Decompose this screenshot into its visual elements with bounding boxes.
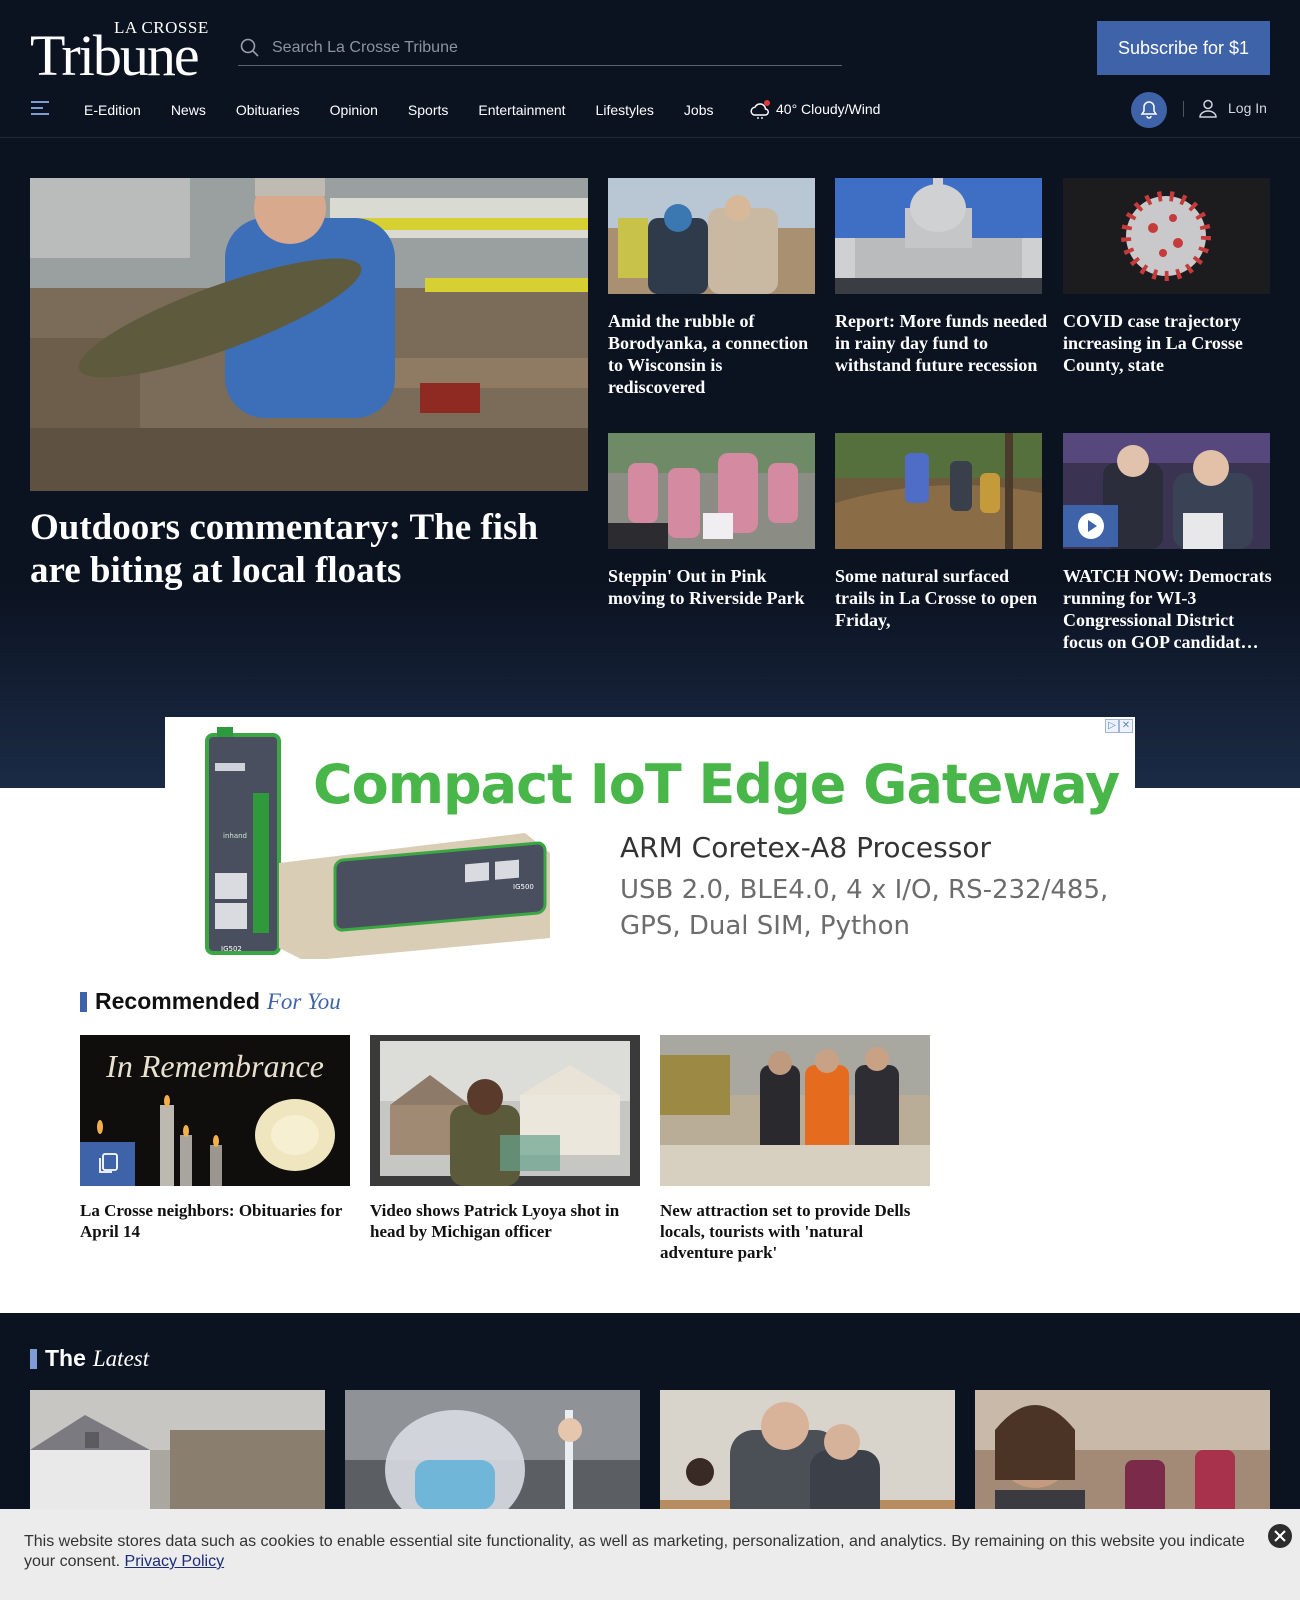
ad-info-icon: ▷ bbox=[1105, 719, 1119, 733]
ad-spec-line: GPS, Dual SIM, Python bbox=[620, 911, 911, 941]
cookie-text: This website stores data such as cookies… bbox=[24, 1532, 1254, 1572]
story-image[interactable] bbox=[835, 178, 1042, 294]
device-label: IG500 bbox=[513, 883, 534, 891]
story-headline[interactable]: COVID case trajectory increasing in La C… bbox=[1063, 310, 1273, 376]
gallery-image[interactable]: In Remembrance bbox=[80, 1035, 350, 1186]
ad-choices-badge[interactable]: ▷ ✕ bbox=[1105, 719, 1133, 733]
main-nav: E-Edition News Obituaries Opinion Sports… bbox=[0, 88, 1300, 132]
top-stories: Outdoors commentary: The fish are biting… bbox=[0, 138, 1300, 788]
nav-divider bbox=[1183, 101, 1184, 117]
nav-item-jobs[interactable]: Jobs bbox=[684, 102, 714, 118]
nav-item-opinion[interactable]: Opinion bbox=[330, 102, 378, 118]
story-headline[interactable]: Some natural surfaced trails in La Cross… bbox=[835, 565, 1050, 631]
play-video-button[interactable] bbox=[1063, 505, 1118, 547]
story-image[interactable] bbox=[660, 1035, 930, 1186]
recommended-headline[interactable]: New attraction set to provide Dells loca… bbox=[660, 1200, 935, 1263]
lead-story-image[interactable] bbox=[30, 178, 588, 491]
heading-emphasis: For You bbox=[266, 988, 341, 1014]
ad-close-icon: ✕ bbox=[1119, 719, 1133, 733]
nav-item-sports[interactable]: Sports bbox=[408, 102, 448, 118]
heading-text: The bbox=[45, 1345, 86, 1371]
story-image[interactable] bbox=[835, 433, 1042, 549]
search-icon[interactable] bbox=[240, 38, 260, 58]
recommended-headline[interactable]: Video shows Patrick Lyoya shot in head b… bbox=[370, 1200, 640, 1242]
close-icon bbox=[1274, 1530, 1286, 1542]
search-bar bbox=[238, 30, 842, 66]
search-input[interactable] bbox=[272, 34, 832, 62]
story-image[interactable] bbox=[608, 433, 815, 549]
gallery-badge bbox=[80, 1142, 135, 1186]
nav-links: E-Edition News Obituaries Opinion Sports… bbox=[84, 88, 743, 132]
weather-widget[interactable]: 40° Cloudy/Wind bbox=[748, 98, 880, 120]
site-header: LA CROSSE Tribune Subscribe for $1 E-Edi… bbox=[0, 0, 1300, 138]
device-label: IG502 bbox=[221, 945, 242, 953]
login-label: Log In bbox=[1228, 100, 1267, 116]
story-image[interactable] bbox=[608, 178, 815, 294]
story-headline[interactable]: Steppin' Out in Pink moving to Riverside… bbox=[608, 565, 818, 609]
story-image[interactable] bbox=[370, 1035, 640, 1186]
story-headline[interactable]: WATCH NOW: Democrats running for WI-3 Co… bbox=[1063, 565, 1273, 653]
play-icon bbox=[1077, 513, 1104, 539]
cookie-consent-banner: This website stores data such as cookies… bbox=[0, 1509, 1300, 1600]
story-headline[interactable]: Amid the rubble of Borodyanka, a connect… bbox=[608, 310, 818, 398]
heading-accent-bar bbox=[80, 991, 87, 1012]
nav-item-e-edition[interactable]: E-Edition bbox=[84, 102, 141, 118]
lead-story-headline[interactable]: Outdoors commentary: The fish are biting… bbox=[30, 506, 590, 592]
nav-item-news[interactable]: News bbox=[171, 102, 206, 118]
story-image[interactable] bbox=[1063, 178, 1270, 294]
ad-subhead: ARM Coretex-A8 Processor bbox=[620, 831, 991, 864]
advertisement-banner[interactable]: ▷ ✕ IG502 IG500 inhand Compact IoT Edge … bbox=[165, 717, 1135, 967]
cloudy-weather-icon bbox=[750, 100, 770, 119]
user-icon bbox=[1199, 99, 1217, 118]
weather-text: 40° Cloudy/Wind bbox=[776, 101, 881, 117]
subscribe-button[interactable]: Subscribe for $1 bbox=[1097, 21, 1270, 75]
recommended-headline[interactable]: La Crosse neighbors: Obituaries for Apri… bbox=[80, 1200, 355, 1242]
section-heading: The Latest bbox=[30, 1345, 149, 1372]
nav-item-lifestyles[interactable]: Lifestyles bbox=[596, 102, 654, 118]
hamburger-menu-icon[interactable] bbox=[31, 100, 49, 116]
heading-emphasis: Latest bbox=[92, 1345, 150, 1371]
heading-text: Recommended bbox=[95, 988, 260, 1014]
ad-spec-line: USB 2.0, BLE4.0, 4 x I/O, RS-232/485, bbox=[620, 875, 1109, 905]
section-heading: Recommended For You bbox=[80, 988, 341, 1015]
nav-item-obituaries[interactable]: Obituaries bbox=[236, 102, 300, 118]
logo-big-text: Tribune bbox=[30, 23, 200, 88]
cookie-close-button[interactable] bbox=[1268, 1524, 1292, 1548]
story-headline[interactable]: Report: More funds needed in rainy day f… bbox=[835, 310, 1050, 376]
ad-headline: Compact IoT Edge Gateway bbox=[313, 753, 1120, 816]
gallery-icon bbox=[98, 1153, 118, 1173]
nav-item-entertainment[interactable]: Entertainment bbox=[478, 102, 565, 118]
bell-icon bbox=[1140, 101, 1158, 119]
notifications-button[interactable] bbox=[1131, 92, 1167, 128]
privacy-policy-link[interactable]: Privacy Policy bbox=[125, 1553, 225, 1570]
remembrance-text: In Remembrance bbox=[105, 1048, 324, 1084]
login-link[interactable]: Log In bbox=[1198, 98, 1267, 118]
site-logo[interactable]: LA CROSSE Tribune bbox=[30, 18, 210, 86]
heading-accent-bar bbox=[30, 1348, 37, 1369]
video-story-image[interactable] bbox=[1063, 433, 1270, 549]
device-brand: inhand bbox=[223, 832, 247, 840]
